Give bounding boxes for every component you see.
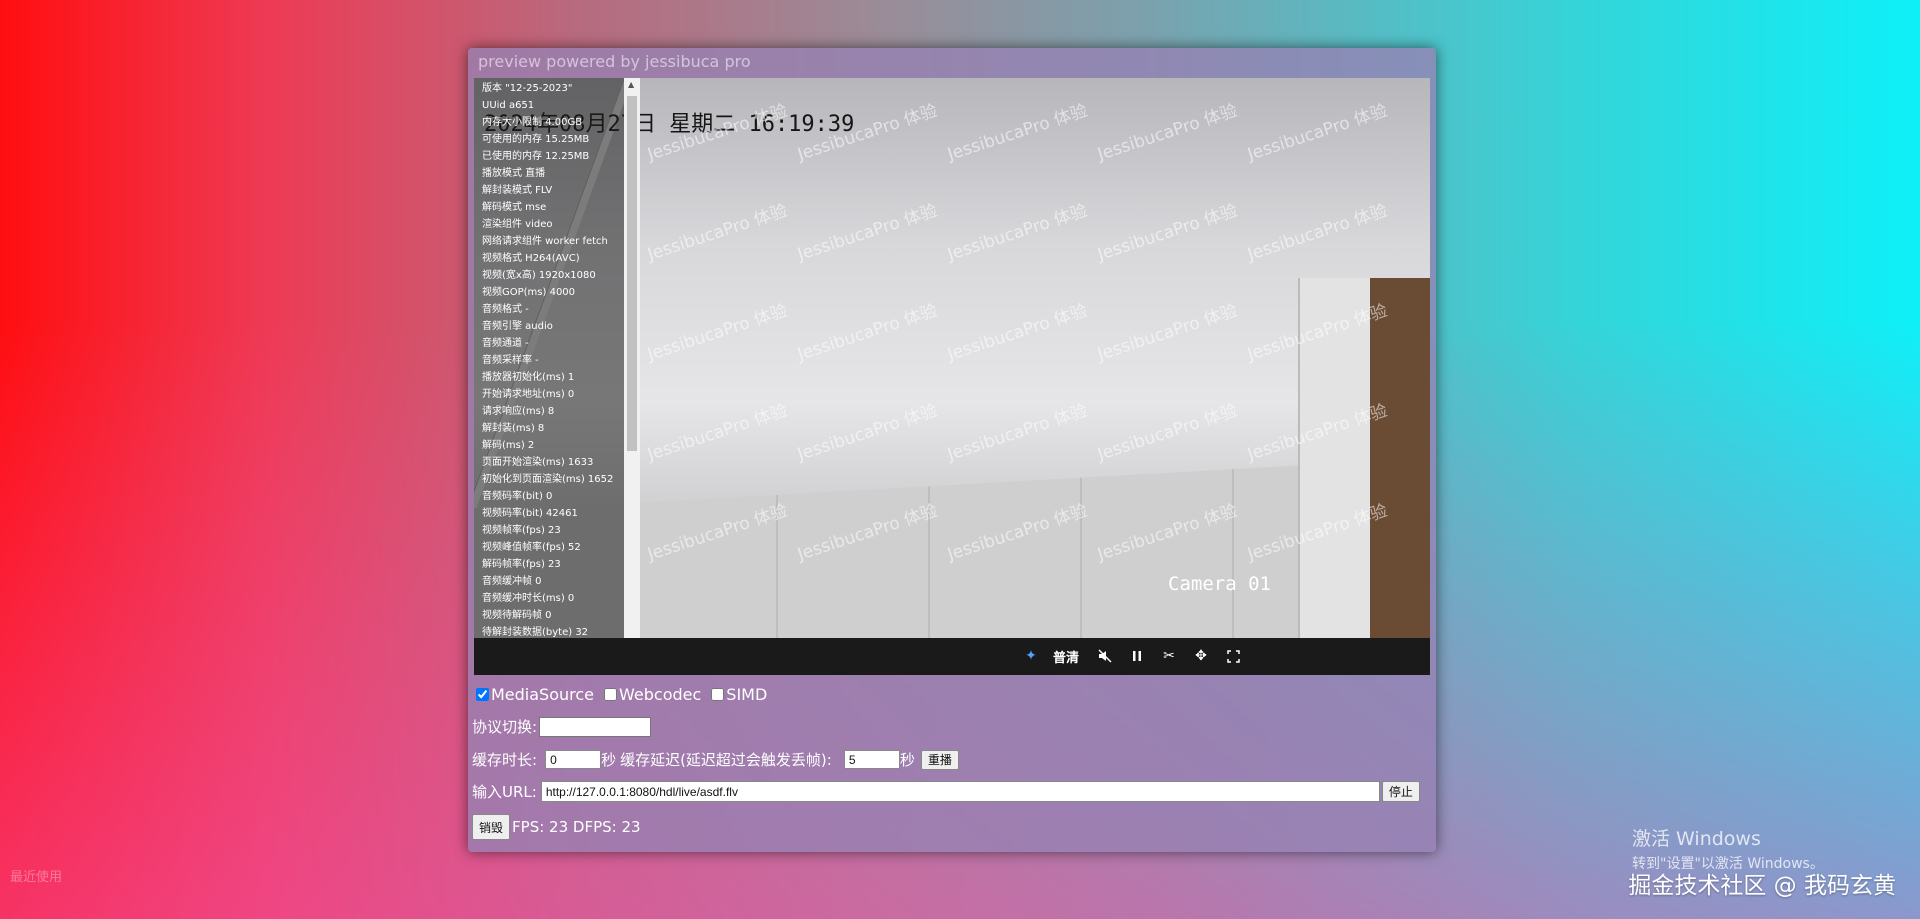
decoder-options: MediaSource Webcodec SIMD: [476, 685, 773, 704]
webcodec-checkbox[interactable]: [604, 688, 618, 701]
delay-label: 缓存延迟(延迟超过会触发丢帧):: [620, 751, 832, 769]
stat-row: 已使用的内存 12.25MB: [482, 151, 590, 162]
stat-row: 网络请求组件 worker fetch: [482, 236, 608, 247]
watermark-text: JessibucaPro 体验: [945, 100, 1090, 165]
mediasource-option[interactable]: MediaSource: [476, 685, 594, 704]
stat-row: 音频缓冲时长(ms) 0: [482, 593, 575, 604]
watermark-text: JessibucaPro 体验: [1245, 100, 1390, 165]
bottom-left-text: 最近使用: [10, 870, 63, 885]
stat-row: 视频帧率(fps) 23: [482, 525, 561, 536]
webcodec-option[interactable]: Webcodec: [604, 685, 701, 704]
stat-row: 版本 "12-25-2023": [482, 83, 573, 94]
buffer-input[interactable]: 0: [545, 750, 602, 769]
simd-checkbox[interactable]: [711, 688, 725, 701]
destroy-button[interactable]: 销毁: [472, 814, 511, 840]
stat-row: 内存大小限制 4.00GB: [482, 117, 583, 128]
mediasource-checkbox[interactable]: [476, 688, 489, 701]
watermark-text: JessibucaPro 体验: [645, 300, 790, 365]
watermark-text: JessibucaPro 体验: [1095, 100, 1240, 165]
watermark-text: JessibucaPro 体验: [795, 200, 940, 265]
webcodec-label: Webcodec: [619, 685, 702, 704]
stat-row: 解码模式 mse: [482, 202, 547, 213]
watermark-text: JessibucaPro 体验: [1095, 300, 1240, 365]
url-label: 输入URL:: [472, 783, 537, 801]
delay-input[interactable]: 5: [843, 750, 900, 769]
scrollbar-thumb[interactable]: [627, 96, 637, 451]
protocol-row: 协议切换: hdl(http-flv) ▼: [472, 716, 652, 737]
watermark-text: JessibucaPro 体验: [795, 400, 940, 465]
buffer-row: 缓存时长: 0 秒 缓存延迟(延迟超过会触发丢帧): 5 秒 重播: [472, 749, 959, 770]
stat-row: 播放模式 直播: [482, 168, 546, 179]
url-row: 输入URL: http://127.0.0.1:8080/hdl/live/as…: [472, 781, 1420, 802]
stat-row: 渲染组件 video: [482, 219, 553, 230]
url-input[interactable]: http://127.0.0.1:8080/hdl/live/asdf.flv: [540, 781, 1380, 802]
stat-row: 视频(宽x高) 1920x1080: [482, 270, 596, 281]
stat-row: 开始请求地址(ms) 0: [482, 389, 575, 400]
stat-row: 音频缓冲帧 0: [482, 576, 542, 587]
pause-icon[interactable]: [1128, 647, 1146, 665]
watermark-text: JessibucaPro 体验: [795, 300, 940, 365]
watermark-text: JessibucaPro 体验: [1095, 400, 1240, 465]
fps-readout: FPS: 23 DFPS: 23: [512, 818, 641, 836]
stat-row: 解码帧率(fps) 23: [482, 559, 561, 570]
stat-row: 音频通道 -: [482, 338, 529, 349]
protocol-label: 协议切换:: [472, 718, 538, 736]
stat-row: 视频GOP(ms) 4000: [482, 287, 576, 298]
simd-option[interactable]: SIMD: [711, 685, 767, 704]
stat-row: 初始化到页面渲染(ms) 1652: [482, 474, 614, 485]
stat-row: 页面开始渲染(ms) 1633: [482, 457, 594, 468]
watermark-text: JessibucaPro 体验: [945, 200, 1090, 265]
stat-row: 视频码率(bit) 42461: [482, 508, 578, 519]
fullscreen-icon[interactable]: [1224, 647, 1242, 665]
credit-watermark: 掘金技术社区 @ 我码玄黄: [1628, 873, 1896, 899]
watermark-text: JessibucaPro 体验: [1095, 200, 1240, 265]
stat-row: 视频峰值帧率(fps) 52: [482, 542, 581, 553]
stat-row: 可使用的内存 15.25MB: [482, 134, 590, 145]
stat-row: 解封装模式 FLV: [482, 185, 553, 196]
performance-icon[interactable]: ✦: [1022, 647, 1040, 665]
scroll-up-icon[interactable]: ▲: [628, 80, 634, 89]
stat-row: 音频引擎 audio: [482, 321, 553, 332]
stat-row: 音频采样率 -: [482, 355, 539, 366]
watermark-text: JessibucaPro 体验: [945, 400, 1090, 465]
watermark-text: JessibucaPro 体验: [945, 300, 1090, 365]
stat-row: UUid a651: [482, 100, 535, 111]
stat-row: 播放器初始化(ms) 1: [482, 372, 575, 383]
quality-button[interactable]: 普清: [1050, 647, 1082, 666]
watermark-text: JessibucaPro 体验: [1245, 200, 1390, 265]
protocol-selected: hdl(http-flv): [544, 719, 605, 734]
stat-row: 解码(ms) 2: [482, 440, 535, 451]
replay-button[interactable]: 重播: [920, 749, 959, 770]
watermark-text: JessibucaPro 体验: [645, 200, 790, 265]
panel-title: preview powered by jessibuca pro: [478, 52, 751, 71]
stats-scrollbar[interactable]: ▲ ▼: [624, 78, 640, 675]
watermark-text: JessibucaPro 体验: [645, 400, 790, 465]
stat-row: 音频码率(bit) 0: [482, 491, 553, 502]
stat-row: 音频格式 -: [482, 304, 529, 315]
player-controls: ✦ 普清 ✂ ✥: [474, 638, 1430, 675]
stop-button[interactable]: 停止: [1381, 781, 1420, 802]
simd-label: SIMD: [726, 685, 768, 704]
activate-title: 激活 Windows: [1632, 828, 1761, 850]
footer-row: 销毁 FPS: 23 DFPS: 23: [472, 814, 641, 840]
buffer-label: 缓存时长:: [472, 751, 538, 769]
camera-label: Camera 01: [1168, 573, 1271, 595]
chevron-down-icon: ▼: [637, 721, 647, 732]
delay-unit: 秒: [899, 751, 915, 769]
stat-row: 视频格式 H264(AVC): [482, 253, 580, 264]
buffer-unit: 秒: [601, 751, 617, 769]
wall-right: [1370, 278, 1430, 638]
stat-row: 解封装(ms) 8: [482, 423, 545, 434]
protocol-select[interactable]: hdl(http-flv) ▼: [539, 716, 652, 737]
screenshot-scissors-icon[interactable]: ✂: [1160, 647, 1178, 665]
ptz-move-icon[interactable]: ✥: [1192, 647, 1210, 665]
video-player[interactable]: 2024年08月27日 星期二 16:19:39 Camera 01 Jessi…: [474, 78, 1430, 675]
stat-row: 请求响应(ms) 8: [482, 406, 555, 417]
mute-icon[interactable]: [1096, 647, 1114, 665]
stats-overlay: 版本 "12-25-2023" UUid a651 内存大小限制 4.00GB 可使用…: [474, 78, 624, 675]
mediasource-label: MediaSource: [491, 685, 595, 704]
player-panel: preview powered by jessibuca pro 2024年08…: [468, 48, 1436, 852]
stat-row: 视频待解码帧 0: [482, 610, 552, 621]
